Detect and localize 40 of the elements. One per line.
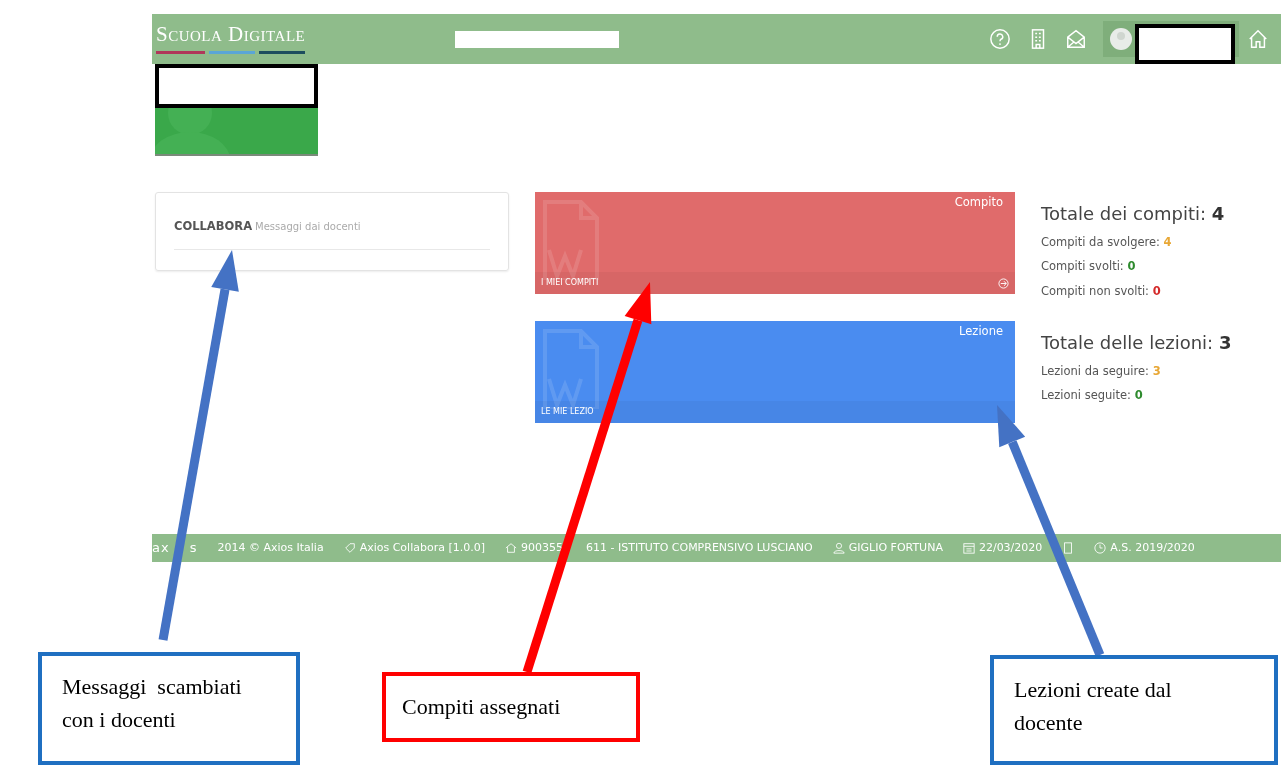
footer-logo: ax bbox=[152, 539, 170, 558]
clock-icon bbox=[1094, 542, 1107, 554]
tile-link[interactable]: LE MIE LEZIO bbox=[541, 405, 594, 418]
stat-line: Compiti non svolti: 0 bbox=[1041, 282, 1162, 300]
help-icon[interactable] bbox=[989, 28, 1011, 50]
logo[interactable]: Scuola Digitale bbox=[156, 24, 306, 54]
stat-total: Totale delle lezioni: 3 bbox=[1041, 330, 1232, 355]
stat-line: Lezioni da seguire: 3 bbox=[1041, 362, 1162, 380]
status-text: 22/03/2020 bbox=[978, 539, 1043, 556]
status-text: Axios Collabora [1.0.0] bbox=[359, 539, 485, 556]
envelope-icon[interactable] bbox=[1065, 28, 1087, 50]
tile-label: Compito bbox=[954, 194, 1003, 211]
tasks-tile[interactable]: Compito I MIEI COMPITI bbox=[535, 192, 1015, 294]
lessons-tile[interactable]: Lezione LE MIE LEZIO bbox=[535, 320, 1015, 423]
status-text: 2014 © Axios Italia bbox=[217, 539, 324, 556]
status-text: 611 - ISTITUTO COMPRENSIVO LUSCIANO bbox=[586, 539, 813, 556]
footer-logo: s bbox=[189, 539, 198, 558]
calendar-icon bbox=[962, 542, 975, 554]
arrow-right-icon[interactable] bbox=[998, 277, 1009, 289]
card-subtitle: Messaggi dai docenti bbox=[255, 221, 361, 232]
document-icon bbox=[1062, 542, 1075, 554]
stat-line: Compiti da svolgere: 4 bbox=[1041, 234, 1173, 251]
status-text: A.S. 2019/2020 bbox=[1110, 539, 1195, 556]
tile-label: Lezione bbox=[959, 322, 1003, 340]
tag-icon bbox=[343, 542, 356, 554]
tile-link[interactable]: I MIEI COMPITI bbox=[541, 277, 599, 289]
status-text: GIGLIO FORTUNA bbox=[848, 539, 943, 556]
home-icon bbox=[505, 542, 517, 554]
stat-line: Lezioni seguite: 0 bbox=[1041, 387, 1144, 404]
stat-total: Totale dei compiti: 4 bbox=[1041, 202, 1225, 226]
stat-line: Compiti svolti: 0 bbox=[1041, 258, 1137, 276]
card-title: COLLABORA bbox=[174, 218, 253, 234]
search-field[interactable] bbox=[455, 30, 620, 48]
callout-label: Lezioni create dal docente bbox=[990, 655, 1278, 765]
callout-label: Compiti assegnati bbox=[382, 672, 640, 742]
status-text: 900355 bbox=[521, 539, 563, 556]
avatar-icon[interactable] bbox=[1109, 27, 1133, 51]
user-icon bbox=[832, 542, 845, 554]
callout-label: Messaggi scambiati con i docenti bbox=[38, 652, 300, 765]
home-icon[interactable] bbox=[1247, 28, 1269, 50]
